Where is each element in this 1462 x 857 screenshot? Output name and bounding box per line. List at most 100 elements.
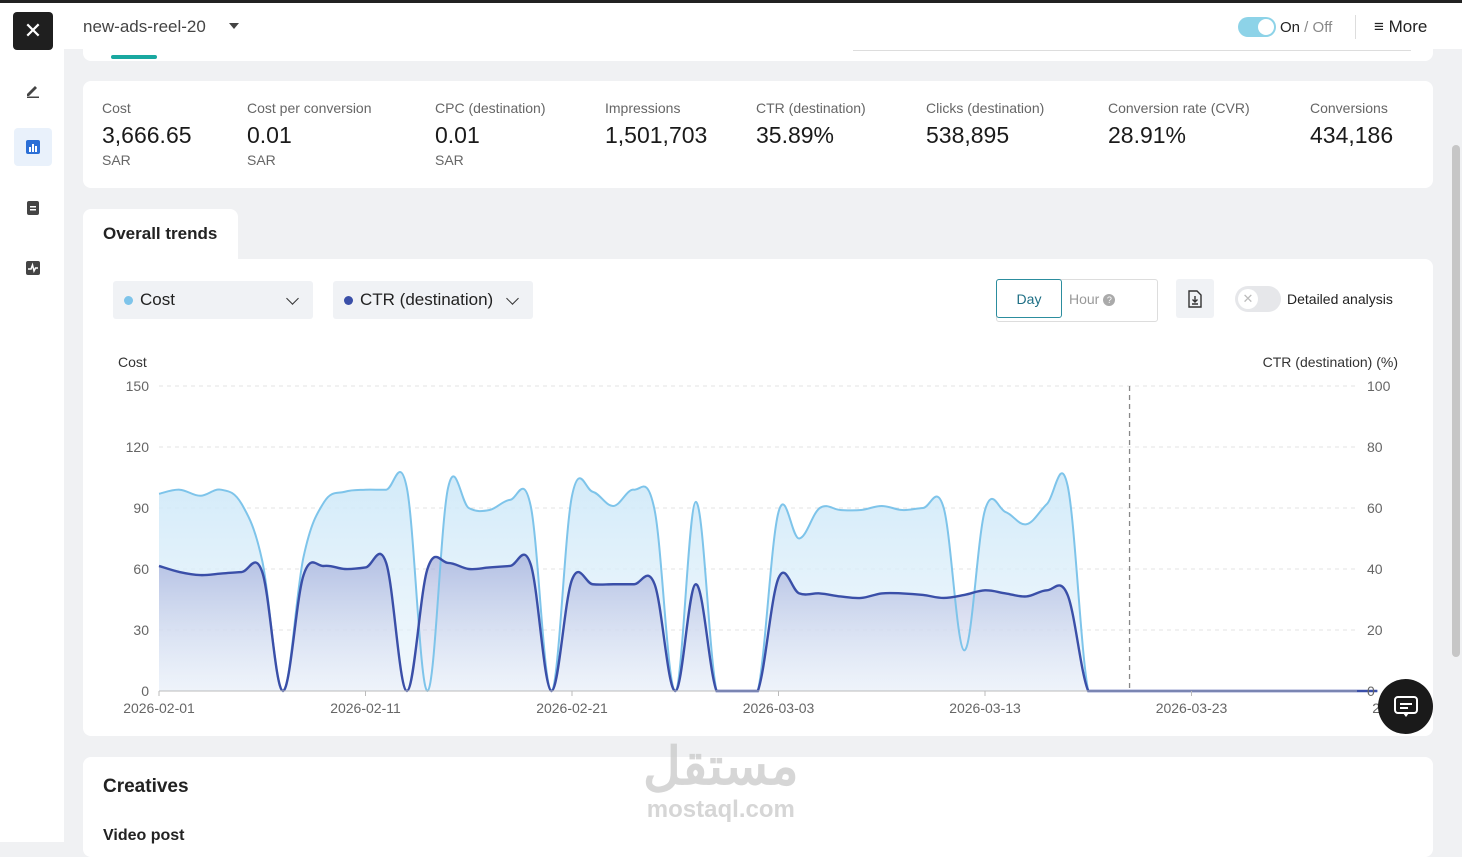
campaign-status-toggle[interactable] [1238, 17, 1276, 37]
toggle-x-icon: ✕ [1238, 289, 1258, 309]
creatives-title: Creatives [103, 776, 189, 797]
page-scrollbar[interactable] [1452, 145, 1460, 657]
y-left-tick-label: 0 [141, 683, 149, 699]
cost-legend-dot [124, 296, 133, 305]
metric-value: 538,895 [926, 122, 1010, 148]
y-axis-left-title: Cost [118, 354, 147, 370]
day-button[interactable]: Day [996, 279, 1062, 318]
trend-chart: Cost CTR (destination) (%) 0 30 60 90 120 150… [118, 354, 1424, 716]
status-onoff-label: On / Off [1280, 19, 1332, 36]
hour-label: Hour [1069, 291, 1100, 307]
document-nav-button[interactable] [14, 189, 52, 227]
download-button[interactable] [1176, 279, 1214, 318]
metric-label: Clicks (destination) [926, 100, 1045, 116]
help-icon: ? [1103, 294, 1116, 306]
y-right-tick-label: 80 [1367, 439, 1383, 455]
metric-value: 1,501,703 [605, 122, 708, 148]
campaign-dropdown-caret-icon[interactable] [229, 23, 239, 29]
chevron-down-icon [286, 292, 299, 305]
metric-cost-per-conversion[interactable]: Cost per conversion 0.01 SAR [247, 100, 372, 168]
status-separator: / [1300, 19, 1313, 36]
campaign-name[interactable]: new-ads-reel-20 [83, 17, 206, 37]
tab-overall-trends[interactable]: Overall trends [83, 209, 238, 261]
metric-value: 3,666.65 [102, 122, 192, 148]
metric1-selector[interactable]: Cost [113, 281, 313, 319]
chat-icon [1393, 695, 1418, 717]
y-left-tick-label: 60 [133, 561, 149, 577]
metric-unit: SAR [435, 152, 464, 168]
active-tab-indicator [111, 55, 157, 59]
metric2-selector[interactable]: CTR (destination) [333, 281, 533, 319]
x-tick-label: 2026-02-21 [536, 700, 608, 716]
x-tick-label: 2026-02-11 [330, 700, 401, 716]
ctr-legend-dot [344, 296, 353, 305]
y-right-tick-label: 0 [1367, 683, 1375, 699]
metric-impressions[interactable]: Impressions 1,501,703 [605, 100, 707, 149]
close-icon: ✕ [23, 18, 43, 43]
side-rail: ✕ [0, 3, 64, 842]
metric-value: 35.89% [756, 122, 835, 148]
metric-ctr[interactable]: CTR (destination) 35.89% [756, 100, 866, 149]
metric-conversions[interactable]: Conversions 434,186 [1310, 100, 1393, 149]
metric-label: Cost [102, 100, 131, 116]
toggle-knob [1258, 19, 1274, 35]
document-icon [27, 201, 39, 215]
analytics-nav-button[interactable] [14, 128, 52, 166]
metric-cost[interactable]: Cost 3,666.65 SAR [102, 100, 192, 168]
y-left-tick-label: 120 [126, 439, 150, 455]
metric-value: 0.01 [247, 122, 292, 148]
x-tick-label: 2026-02-01 [123, 700, 195, 716]
y-axis-right-title: CTR (destination) (%) [1263, 354, 1398, 370]
metric-unit: SAR [102, 152, 131, 168]
x-tick-label: 2026-03-13 [949, 700, 1021, 716]
metric-value: 28.91% [1108, 122, 1187, 148]
activity-icon [26, 261, 40, 275]
metric2-value: CTR (destination) [360, 290, 494, 309]
chat-button[interactable] [1378, 679, 1433, 734]
edit-nav-button[interactable] [14, 71, 52, 109]
activity-nav-button[interactable] [14, 249, 52, 287]
metric-label: Impressions [605, 100, 681, 116]
metric-cvr[interactable]: Conversion rate (CVR) 28.91% [1108, 100, 1250, 149]
y-left-tick-label: 90 [133, 500, 149, 516]
metric-value: 434,186 [1310, 122, 1394, 148]
y-right-tick-label: 60 [1367, 500, 1383, 516]
metric1-value: Cost [140, 290, 175, 309]
y-left-tick-label: 30 [133, 622, 149, 638]
trends-panel: Cost CTR (destination) Day Hour? ✕ Detai… [83, 259, 1433, 736]
bar-chart-icon [26, 140, 40, 154]
x-tick-label: 2026-03-23 [1156, 700, 1228, 716]
top-bar: new-ads-reel-20 On / Off ≡ More [64, 3, 1462, 49]
metric-value: 0.01 [435, 122, 480, 148]
watermark-latin: mostaql.com [646, 796, 795, 823]
y-right-tick-label: 100 [1367, 378, 1391, 394]
metrics-panel: Cost 3,666.65 SAR Cost per conversion 0.… [83, 81, 1433, 188]
metric-unit: SAR [247, 152, 276, 168]
metric-label: CPC (destination) [435, 100, 546, 116]
granularity-toggle: Day Hour? [996, 279, 1158, 322]
close-button[interactable]: ✕ [13, 12, 53, 50]
metric-label: CTR (destination) [756, 100, 866, 116]
download-icon [1188, 289, 1202, 308]
divider [1355, 15, 1356, 39]
y-left-tick-label: 150 [126, 378, 150, 394]
detailed-analysis-label: Detailed analysis [1287, 291, 1393, 307]
metric-cpc[interactable]: CPC (destination) 0.01 SAR [435, 100, 546, 168]
metric-label: Conversions [1310, 100, 1388, 116]
metric-clicks[interactable]: Clicks (destination) 538,895 [926, 100, 1044, 149]
chevron-down-icon [506, 292, 519, 305]
hour-button[interactable]: Hour? [1069, 291, 1116, 307]
y-right-tick-label: 20 [1367, 622, 1383, 638]
metric-label: Conversion rate (CVR) [1108, 100, 1250, 116]
status-on-text: On [1280, 19, 1301, 36]
tab-strip-line [853, 50, 1411, 51]
metric-label: Cost per conversion [247, 100, 372, 116]
y-right-tick-label: 40 [1367, 561, 1383, 577]
watermark-logo: مستقل mostaql.com [643, 738, 799, 824]
creatives-subtitle: Video post [103, 827, 185, 844]
pencil-icon [27, 86, 39, 98]
tab-strip [83, 49, 1433, 61]
detailed-analysis-toggle[interactable]: ✕ [1235, 286, 1281, 312]
more-button[interactable]: ≡ More [1374, 17, 1427, 37]
tab-label: Overall trends [103, 224, 218, 243]
